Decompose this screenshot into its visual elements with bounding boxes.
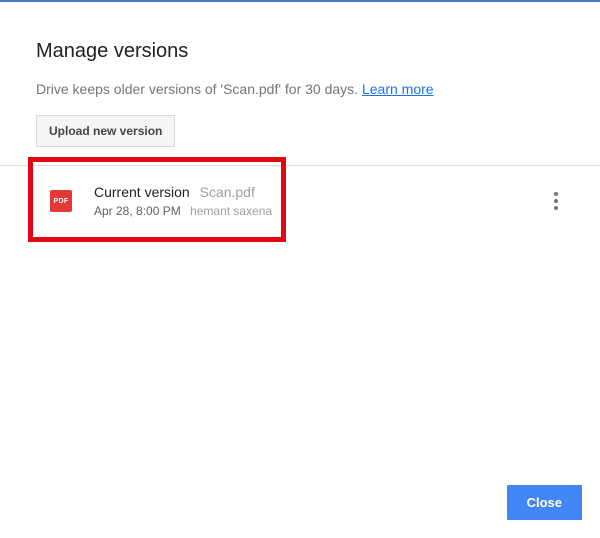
current-version-label: Current version bbox=[94, 184, 190, 200]
version-info: Current version Scan.pdf Apr 28, 8:00 PM… bbox=[94, 184, 548, 218]
desc-filename: Scan.pdf bbox=[223, 81, 278, 97]
version-list: PDF Current version Scan.pdf Apr 28, 8:0… bbox=[0, 166, 600, 236]
upload-new-version-button[interactable]: Upload new version bbox=[36, 115, 175, 147]
version-filename: Scan.pdf bbox=[200, 184, 255, 200]
learn-more-link[interactable]: Learn more bbox=[362, 81, 434, 97]
more-actions-button[interactable] bbox=[548, 186, 564, 216]
dialog-description: Drive keeps older versions of 'Scan.pdf'… bbox=[36, 81, 564, 97]
dialog-footer: Close bbox=[489, 471, 600, 538]
desc-prefix: Drive keeps older versions of ' bbox=[36, 81, 223, 97]
vertical-dots-icon bbox=[554, 192, 558, 210]
desc-suffix: ' for 30 days. bbox=[278, 81, 362, 97]
version-author: hemant saxena bbox=[190, 204, 272, 218]
version-item: PDF Current version Scan.pdf Apr 28, 8:0… bbox=[0, 166, 600, 236]
dialog-header: Manage versions Drive keeps older versio… bbox=[0, 2, 600, 165]
close-button[interactable]: Close bbox=[507, 485, 582, 520]
manage-versions-dialog: Manage versions Drive keeps older versio… bbox=[0, 2, 600, 538]
version-meta-line: Apr 28, 8:00 PM hemant saxena bbox=[94, 204, 548, 218]
dialog-title: Manage versions bbox=[36, 40, 564, 63]
version-title-line: Current version Scan.pdf bbox=[94, 184, 548, 200]
version-timestamp: Apr 28, 8:00 PM bbox=[94, 204, 181, 218]
pdf-icon: PDF bbox=[50, 190, 72, 212]
